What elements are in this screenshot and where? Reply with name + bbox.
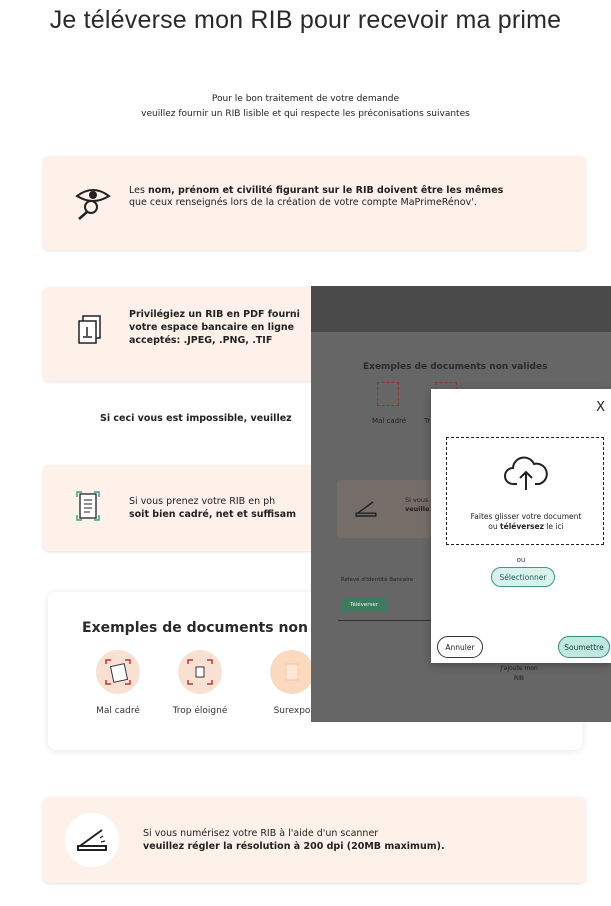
intro-line-2: veuillez fournir un RIB lisible et qui r… [141,109,470,119]
card-names-pre: Les [129,185,148,196]
card-photo-line2: soit bien cadré, net et suffisam [129,509,297,520]
or-label: ou [516,556,526,564]
page: Je téléverse mon RIB pour recevoir ma pr… [0,0,611,906]
drop-line2-bold: téléversez [500,522,544,531]
cancel-button[interactable]: Annuler [437,636,483,658]
example-trop-eloigne: Trop éloigné [160,650,240,716]
drop-line2-post: le ici [543,522,564,531]
overlay-example-label: Tr [424,417,431,425]
examples-title: Exemples de documents non va [82,620,332,636]
drop-line1: Faites glisser votre document [470,512,582,521]
example-label: Mal cadré [96,706,140,716]
framed-document-icon [73,489,103,523]
upload-modal: X Faites glisser votre document ou télév… [431,389,611,663]
eye-magnifier-icon [73,182,113,222]
card-scanner: Si vous numérisez votre RIB à l'aide d'u… [43,797,586,883]
overlay-scan-line1: Si vous [405,496,429,504]
upload-button[interactable]: Téléverser [341,598,387,612]
overlay-examples-title: Exemples de documents non valides [363,362,548,372]
example-label: Trop éloigné [172,706,228,716]
overlay-scan-line2: veuille [405,505,430,513]
page-title: Je téléverse mon RIB pour recevoir ma pr… [49,6,562,34]
card-pdf-line2: votre espace bancaire en ligne [129,322,295,333]
scanner-icon [351,494,381,524]
overlay-example-label: Mal cadré [372,417,407,425]
card-names-bold: nom, prénom et civilité figurant sur le … [147,185,504,196]
overlay-header [311,286,611,332]
add-rib-line2: RIB [513,675,525,682]
overexposed-icon [270,650,314,694]
card-pdf-line1: Privilégiez un RIB en PDF fourni [129,309,300,320]
intro-line-1: Pour le bon traitement de votre demande [211,94,400,104]
close-icon[interactable]: X [596,401,605,414]
submit-button[interactable]: Soumettre [558,636,610,658]
drop-line2-pre: ou [488,522,501,531]
intro-text: Pour le bon traitement de votre demande … [0,92,611,122]
example-mal-cadre: Mal cadré [78,650,158,716]
too-far-icon [178,650,222,694]
fallback-text: Si ceci vous est impossible, veuillez [100,413,292,424]
card-photo: Si vous prenez votre RIB en ph soit bien… [43,465,323,551]
rib-label: Relevé d'Identité Bancaire [341,577,414,583]
card-pdf: Privilégiez un RIB en PDF fourni votre e… [43,287,323,381]
card-scanner-line1: Si vous numérisez votre RIB à l'aide d'u… [143,828,379,839]
select-file-button[interactable]: Sélectionner [491,567,555,587]
card-names-rest: que ceux renseignés lors de la création … [129,197,477,208]
add-rib-text: J'ajoute mon RIB [487,664,551,684]
card-names: Les nom, prénom et civilité figurant sur… [43,156,586,250]
document-icon [75,313,105,347]
cloud-upload-icon [503,454,549,494]
card-scanner-line2: veuillez régler la résolution à 200 dpi … [143,841,445,852]
overlay-example-icon [377,382,399,406]
add-rib-line1: J'ajoute mon [500,665,538,672]
scanner-icon [65,813,119,867]
drop-zone[interactable]: Faites glisser votre document ou téléver… [446,437,604,545]
card-photo-line1: Si vous prenez votre RIB en ph [129,496,276,507]
card-pdf-line3: acceptés: .JPEG, .PNG, .TIF [129,335,273,346]
badly-framed-icon [96,650,140,694]
